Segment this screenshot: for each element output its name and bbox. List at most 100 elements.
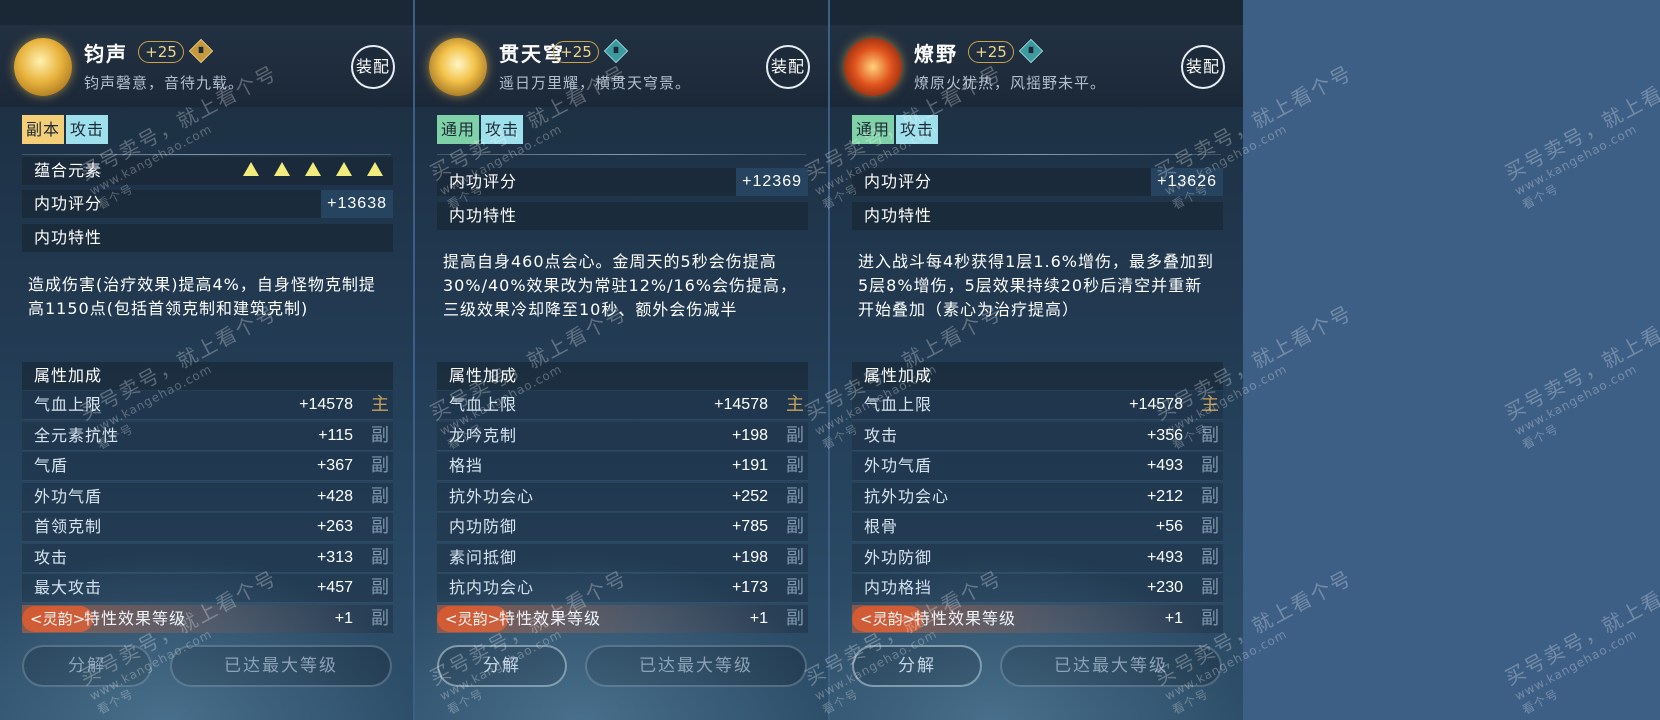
stat-row: 抗内功会心 +173 副	[437, 574, 808, 603]
stat-row: 气血上限 +14578 主	[22, 391, 393, 420]
stat-source-icon: 副	[1201, 546, 1219, 568]
stat-source-icon: 副	[371, 546, 389, 568]
gear-motto: 钧声磬意，音待九载。	[84, 74, 245, 92]
stat-row: 全元素抗性 +115 副	[22, 421, 393, 451]
level-badge: +25	[553, 41, 599, 63]
watermark-url: www.kangehao.com	[1512, 121, 1640, 199]
stat-label: 气血上限	[449, 395, 518, 414]
stat-value: +785	[731, 518, 768, 535]
section-divider	[22, 154, 391, 155]
charm-value: +1	[749, 610, 768, 627]
card-top-strip	[830, 0, 1243, 25]
stat-label: 外功气盾	[864, 456, 933, 475]
stat-source-icon: 副	[1201, 455, 1219, 476]
watermark-text: 买号卖号，就上看个号	[1500, 300, 1660, 425]
element-icons	[228, 161, 383, 180]
stat-label: 根骨	[864, 517, 899, 536]
score-row: 内功评分 +13626	[852, 168, 1223, 196]
stat-value: +493	[1146, 457, 1183, 474]
stat-value: +428	[316, 487, 353, 505]
score-label: 内功评分	[449, 172, 518, 191]
attr-heading-row: 属性加成	[852, 362, 1223, 390]
max-level-button[interactable]: 已达最大等级	[1000, 645, 1222, 687]
category-tag: 攻击	[66, 115, 109, 144]
charm-label: 特性效果等级	[914, 609, 1017, 628]
stat-row: 素问抵御 +198 副	[437, 543, 808, 573]
attr-heading: 属性加成	[34, 366, 103, 385]
watermark-badge: 看个号	[1519, 686, 1561, 718]
element-row-label: 蕴合元素	[34, 161, 103, 180]
watermark: 买号卖号，就上看个号 www.kangehao.com 看个号	[1499, 562, 1660, 718]
stat-value: +14578	[714, 396, 768, 413]
score-row: 内功评分 +12369	[437, 168, 808, 196]
stat-source-icon: 副	[786, 455, 804, 476]
stat-row: 最大攻击 +457 副	[22, 574, 393, 603]
max-level-button[interactable]: 已达最大等级	[170, 645, 392, 687]
stat-label: 全元素抗性	[34, 425, 120, 445]
stat-value: +367	[316, 457, 353, 474]
gear-card: 钧声 +25 钧声磬意，音待九载。 装配 副本 攻击 蕴合元素 内功评分 +13638 内功特性造…	[0, 0, 413, 720]
stat-label: 格挡	[449, 456, 484, 475]
dismantle-button[interactable]: 分解	[22, 645, 152, 687]
stat-label: 攻击	[864, 425, 899, 445]
trait-description: 造成伤害(治疗效果)提高4%，自身怪物克制提高1150点(包括首领克制和建筑克制…	[28, 275, 376, 318]
charm-value: +1	[1164, 610, 1183, 627]
charm-label: 特性效果等级	[499, 609, 602, 628]
stat-source-icon: 副	[786, 485, 804, 507]
charm-source-icon: 副	[1201, 608, 1219, 629]
stat-row: 气盾 +367 副	[22, 452, 393, 481]
equip-button[interactable]: 装配	[766, 45, 810, 89]
stat-value: +173	[731, 579, 768, 596]
stat-source-icon: 副	[371, 577, 389, 598]
trait-heading-row: 内功特性	[22, 224, 393, 252]
stat-source-icon: 副	[371, 485, 389, 507]
score-row: 内功评分 +13638	[22, 190, 393, 218]
stat-row: 攻击 +356 副	[852, 421, 1223, 451]
stat-row: 气血上限 +14578 主	[437, 391, 808, 420]
stat-source-icon: 副	[1201, 516, 1219, 537]
stat-row: 内功格挡 +230 副	[852, 574, 1223, 603]
dismantle-button[interactable]: 分解	[437, 645, 567, 687]
attr-heading: 属性加成	[449, 366, 518, 385]
watermark-text: 买号卖号，就上看个号	[1500, 565, 1660, 690]
element-triangle-icon	[243, 162, 259, 176]
trait-description: 进入战斗每4秒获得1层1.6%增伤，最多叠加到5层8%增伤，5层效果持续20秒后…	[858, 252, 1215, 319]
element-row: 蕴合元素	[22, 157, 393, 185]
stat-label: 内功防御	[449, 517, 518, 536]
stat-label: 外功气盾	[34, 486, 103, 506]
element-triangle-icon	[274, 162, 290, 176]
category-tag: 通用	[852, 115, 895, 144]
equip-button[interactable]: 装配	[1181, 45, 1225, 89]
trait-description: 提高自身460点会心。金周天的5秒会伤提高30%/40%效果改为常驻12%/16…	[443, 252, 798, 319]
card-top-strip	[0, 0, 413, 25]
section-divider	[852, 154, 1221, 155]
category-tag: 攻击	[481, 115, 524, 144]
score-label: 内功评分	[864, 172, 933, 191]
stat-label: 气盾	[34, 456, 69, 475]
stat-value: +230	[1146, 579, 1183, 596]
trait-heading-row: 内功特性	[852, 202, 1223, 230]
category-tag: 攻击	[896, 115, 939, 144]
trait-heading-row: 内功特性	[437, 202, 808, 230]
max-level-button[interactable]: 已达最大等级	[585, 645, 807, 687]
charm-row: <灵韵> 特性效果等级 +1 副	[22, 605, 393, 633]
category-tag: 副本	[22, 115, 65, 144]
stat-value: +115	[318, 426, 353, 444]
stat-source-icon: 副	[786, 516, 804, 537]
equip-button[interactable]: 装配	[351, 45, 395, 89]
stat-source-icon: 主	[1201, 394, 1219, 415]
stat-value: +263	[316, 518, 353, 535]
stat-label: 攻击	[34, 547, 69, 567]
element-triangle-icon	[305, 162, 321, 176]
stat-value: +14578	[1129, 396, 1183, 413]
stat-source-icon: 副	[786, 577, 804, 598]
level-badge: +25	[968, 41, 1014, 63]
charm-source-icon: 副	[371, 608, 389, 629]
gear-emblem-icon	[844, 38, 902, 96]
charm-source-icon: 副	[786, 608, 804, 629]
stat-value: +14578	[299, 396, 353, 413]
charm-tag: <灵韵>	[852, 606, 924, 632]
watermark: 买号卖号，就上看个号 www.kangehao.com 看个号	[1499, 297, 1660, 453]
stat-source-icon: 副	[371, 455, 389, 476]
dismantle-button[interactable]: 分解	[852, 645, 982, 687]
